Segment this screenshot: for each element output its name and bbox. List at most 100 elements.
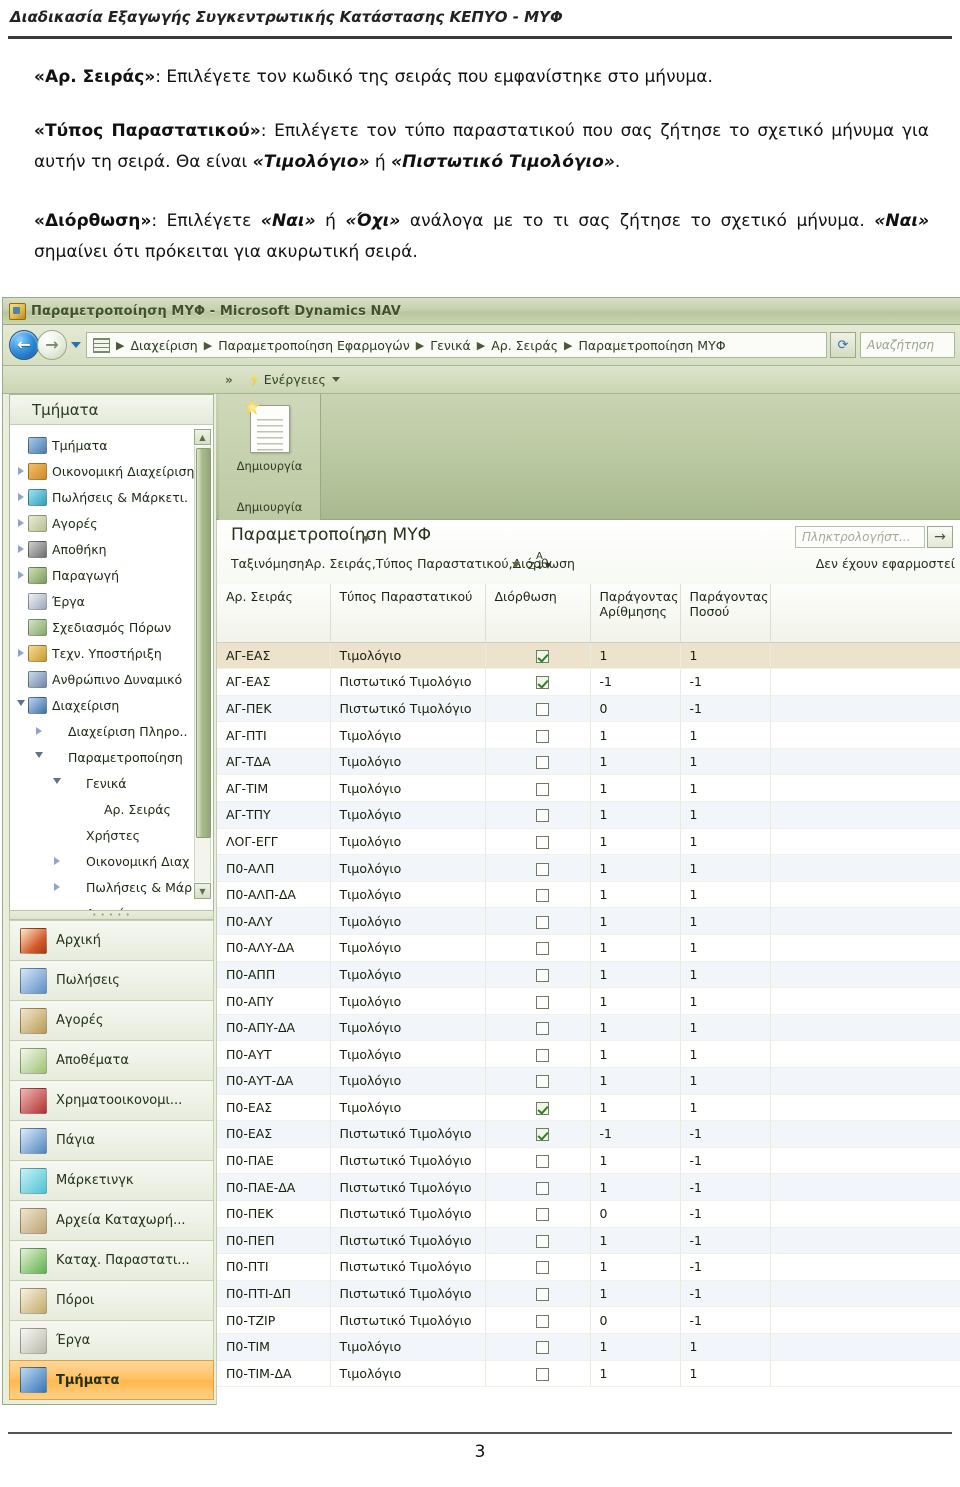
cell-series[interactable]: Π0-ΑΠΥ-ΔΑ bbox=[217, 1014, 331, 1042]
cell-correction[interactable] bbox=[485, 1360, 591, 1388]
table-row[interactable]: Π0-ΕΑΣ Τιμολόγιο 1 1 bbox=[217, 1094, 960, 1122]
tree-item[interactable]: Γενικά bbox=[10, 770, 213, 796]
cell-empty[interactable] bbox=[770, 1200, 960, 1228]
tree-expander[interactable] bbox=[14, 519, 28, 527]
cell-amount-factor[interactable]: 1 bbox=[680, 1360, 771, 1388]
table-row[interactable]: Π0-ΑΛΥ Τιμολόγιο 1 1 bbox=[217, 907, 960, 936]
cell-empty[interactable] bbox=[770, 1014, 960, 1042]
cell-series[interactable]: ΑΓ-ΠΤΙ bbox=[217, 721, 331, 749]
breadcrumb-item-4[interactable]: Παραμετροποίηση ΜΥΦ bbox=[577, 338, 728, 353]
tree-scrollbar[interactable]: ▲ ▼ bbox=[194, 429, 211, 899]
cell-doctype[interactable]: Πιστωτικό Τιμολόγιο bbox=[330, 1227, 486, 1255]
table-row[interactable]: Π0-ΑΛΠ-ΔΑ Τιμολόγιο 1 1 bbox=[217, 881, 960, 909]
correction-checkbox[interactable] bbox=[535, 1234, 549, 1248]
correction-checkbox[interactable] bbox=[535, 756, 549, 770]
cell-amount-factor[interactable]: -1 bbox=[680, 1200, 771, 1228]
correction-checkbox[interactable] bbox=[535, 729, 549, 743]
cell-correction[interactable] bbox=[485, 934, 591, 962]
tab-actions[interactable]: Ενέργειες bbox=[264, 372, 326, 387]
cell-amount-factor[interactable]: 1 bbox=[680, 1040, 771, 1068]
tree-item[interactable]: Τεχν. Υποστήριξη bbox=[10, 640, 213, 666]
column-header-empty[interactable] bbox=[770, 584, 960, 643]
cell-correction[interactable] bbox=[485, 642, 591, 670]
cell-amount-factor[interactable]: 1 bbox=[680, 1014, 771, 1042]
cell-empty[interactable] bbox=[770, 695, 960, 723]
tree-expander[interactable] bbox=[50, 857, 64, 865]
cell-correction[interactable] bbox=[485, 1147, 591, 1175]
cell-numbering-factor[interactable]: 1 bbox=[590, 934, 681, 962]
table-row[interactable]: Π0-ΠΑΕ Πιστωτικό Τιμολόγιο 1 -1 bbox=[217, 1147, 960, 1175]
cell-correction[interactable] bbox=[485, 987, 591, 1015]
cell-empty[interactable] bbox=[770, 721, 960, 749]
departments-tree[interactable]: Τμήματα Οικονομική Διαχείριση Πωλήσεις & Μ… bbox=[10, 426, 213, 913]
cell-amount-factor[interactable]: 1 bbox=[680, 907, 771, 936]
cell-series[interactable]: Π0-ΑΛΠ-ΔΑ bbox=[217, 881, 331, 909]
breadcrumb-item-1[interactable]: Παραμετροποίηση Εφαρμογών bbox=[216, 338, 412, 353]
cell-amount-factor[interactable]: 1 bbox=[680, 1094, 771, 1122]
tree-item[interactable]: Παραγωγή bbox=[10, 562, 213, 588]
pane-splitter[interactable]: • • • • • bbox=[9, 910, 214, 920]
cell-correction[interactable] bbox=[485, 1173, 591, 1201]
correction-checkbox[interactable] bbox=[535, 676, 549, 690]
cell-correction[interactable] bbox=[485, 1040, 591, 1068]
cell-amount-factor[interactable]: 1 bbox=[680, 854, 771, 882]
nav-button-fixed-assets[interactable]: Πάγια bbox=[9, 1120, 214, 1160]
cell-amount-factor[interactable]: -1 bbox=[680, 1253, 771, 1281]
cell-amount-factor[interactable]: -1 bbox=[680, 1306, 771, 1334]
cell-series[interactable]: Π0-ΠΑΕ bbox=[217, 1147, 331, 1175]
cell-doctype[interactable]: Τιμολόγιο bbox=[330, 1014, 486, 1042]
table-row[interactable]: Π0-ΑΠΥ-ΔΑ Τιμολόγιο 1 1 bbox=[217, 1014, 960, 1042]
cell-correction[interactable] bbox=[485, 668, 591, 696]
table-row[interactable]: Π0-ΑΠΥ Τιμολόγιο 1 1 bbox=[217, 987, 960, 1015]
cell-numbering-factor[interactable]: 1 bbox=[590, 881, 681, 909]
cell-correction[interactable] bbox=[485, 881, 591, 909]
cell-amount-factor[interactable]: -1 bbox=[680, 695, 771, 723]
tree-item[interactable]: Διαχείριση bbox=[10, 692, 213, 718]
cell-empty[interactable] bbox=[770, 748, 960, 776]
cell-series[interactable]: Π0-ΑΠΥ bbox=[217, 987, 331, 1015]
cell-correction[interactable] bbox=[485, 1280, 591, 1308]
cell-correction[interactable] bbox=[485, 907, 591, 936]
cell-doctype[interactable]: Τιμολόγιο bbox=[330, 774, 486, 803]
cell-empty[interactable] bbox=[770, 1227, 960, 1255]
cell-numbering-factor[interactable]: 1 bbox=[590, 907, 681, 936]
cell-numbering-factor[interactable]: 1 bbox=[590, 1147, 681, 1175]
cell-numbering-factor[interactable]: 1 bbox=[590, 1280, 681, 1308]
cell-series[interactable]: Π0-ΑΛΥ bbox=[217, 907, 331, 936]
sort-az-icon[interactable]: A Z↓▾ bbox=[528, 552, 551, 572]
nav-button-financials[interactable]: Χρηματοοικονομι... bbox=[9, 1080, 214, 1120]
cell-series[interactable]: Π0-ΤΙΜ bbox=[217, 1333, 331, 1361]
tree-item[interactable]: Διαχείριση Πληρο.. bbox=[10, 718, 213, 744]
nav-button-posted-documents[interactable]: Καταχ. Παραστατι... bbox=[9, 1240, 214, 1280]
cell-amount-factor[interactable]: -1 bbox=[680, 1227, 771, 1255]
cell-numbering-factor[interactable]: 1 bbox=[590, 721, 681, 749]
tree-item[interactable]: Πωλήσεις & Μάρ bbox=[10, 874, 213, 900]
nav-button-inventory[interactable]: Αποθέματα bbox=[9, 1040, 214, 1080]
cell-empty[interactable] bbox=[770, 1120, 960, 1148]
table-row[interactable]: Π0-ΤΙΜ Τιμολόγιο 1 1 bbox=[217, 1333, 960, 1361]
cell-numbering-factor[interactable]: 1 bbox=[590, 987, 681, 1015]
chevron-down-icon[interactable] bbox=[331, 377, 340, 382]
table-row[interactable]: Π0-ΑΛΥ-ΔΑ Τιμολόγιο 1 1 bbox=[217, 934, 960, 962]
correction-checkbox[interactable] bbox=[535, 1208, 549, 1222]
sort-dropdown-icon[interactable] bbox=[512, 562, 520, 568]
cell-empty[interactable] bbox=[770, 1333, 960, 1361]
cell-empty[interactable] bbox=[770, 854, 960, 882]
cell-correction[interactable] bbox=[485, 801, 591, 829]
breadcrumb-item-2[interactable]: Γενικά bbox=[428, 338, 473, 353]
cell-numbering-factor[interactable]: 1 bbox=[590, 748, 681, 776]
quick-search-go-icon[interactable]: → bbox=[927, 526, 953, 548]
cell-correction[interactable] bbox=[485, 695, 591, 723]
cell-correction[interactable] bbox=[485, 1306, 591, 1334]
cell-empty[interactable] bbox=[770, 1253, 960, 1281]
cell-series[interactable]: Π0-ΑΥΤ bbox=[217, 1040, 331, 1068]
tree-expander[interactable] bbox=[32, 752, 46, 762]
cell-empty[interactable] bbox=[770, 934, 960, 962]
cell-empty[interactable] bbox=[770, 881, 960, 909]
cell-amount-factor[interactable]: -1 bbox=[680, 1280, 771, 1308]
cell-numbering-factor[interactable]: -1 bbox=[590, 1120, 681, 1148]
correction-checkbox[interactable] bbox=[535, 889, 549, 903]
cell-empty[interactable] bbox=[770, 1360, 960, 1388]
cell-series[interactable]: Π0-ΑΛΥ-ΔΑ bbox=[217, 934, 331, 962]
cell-doctype[interactable]: Πιστωτικό Τιμολόγιο bbox=[330, 1200, 486, 1228]
